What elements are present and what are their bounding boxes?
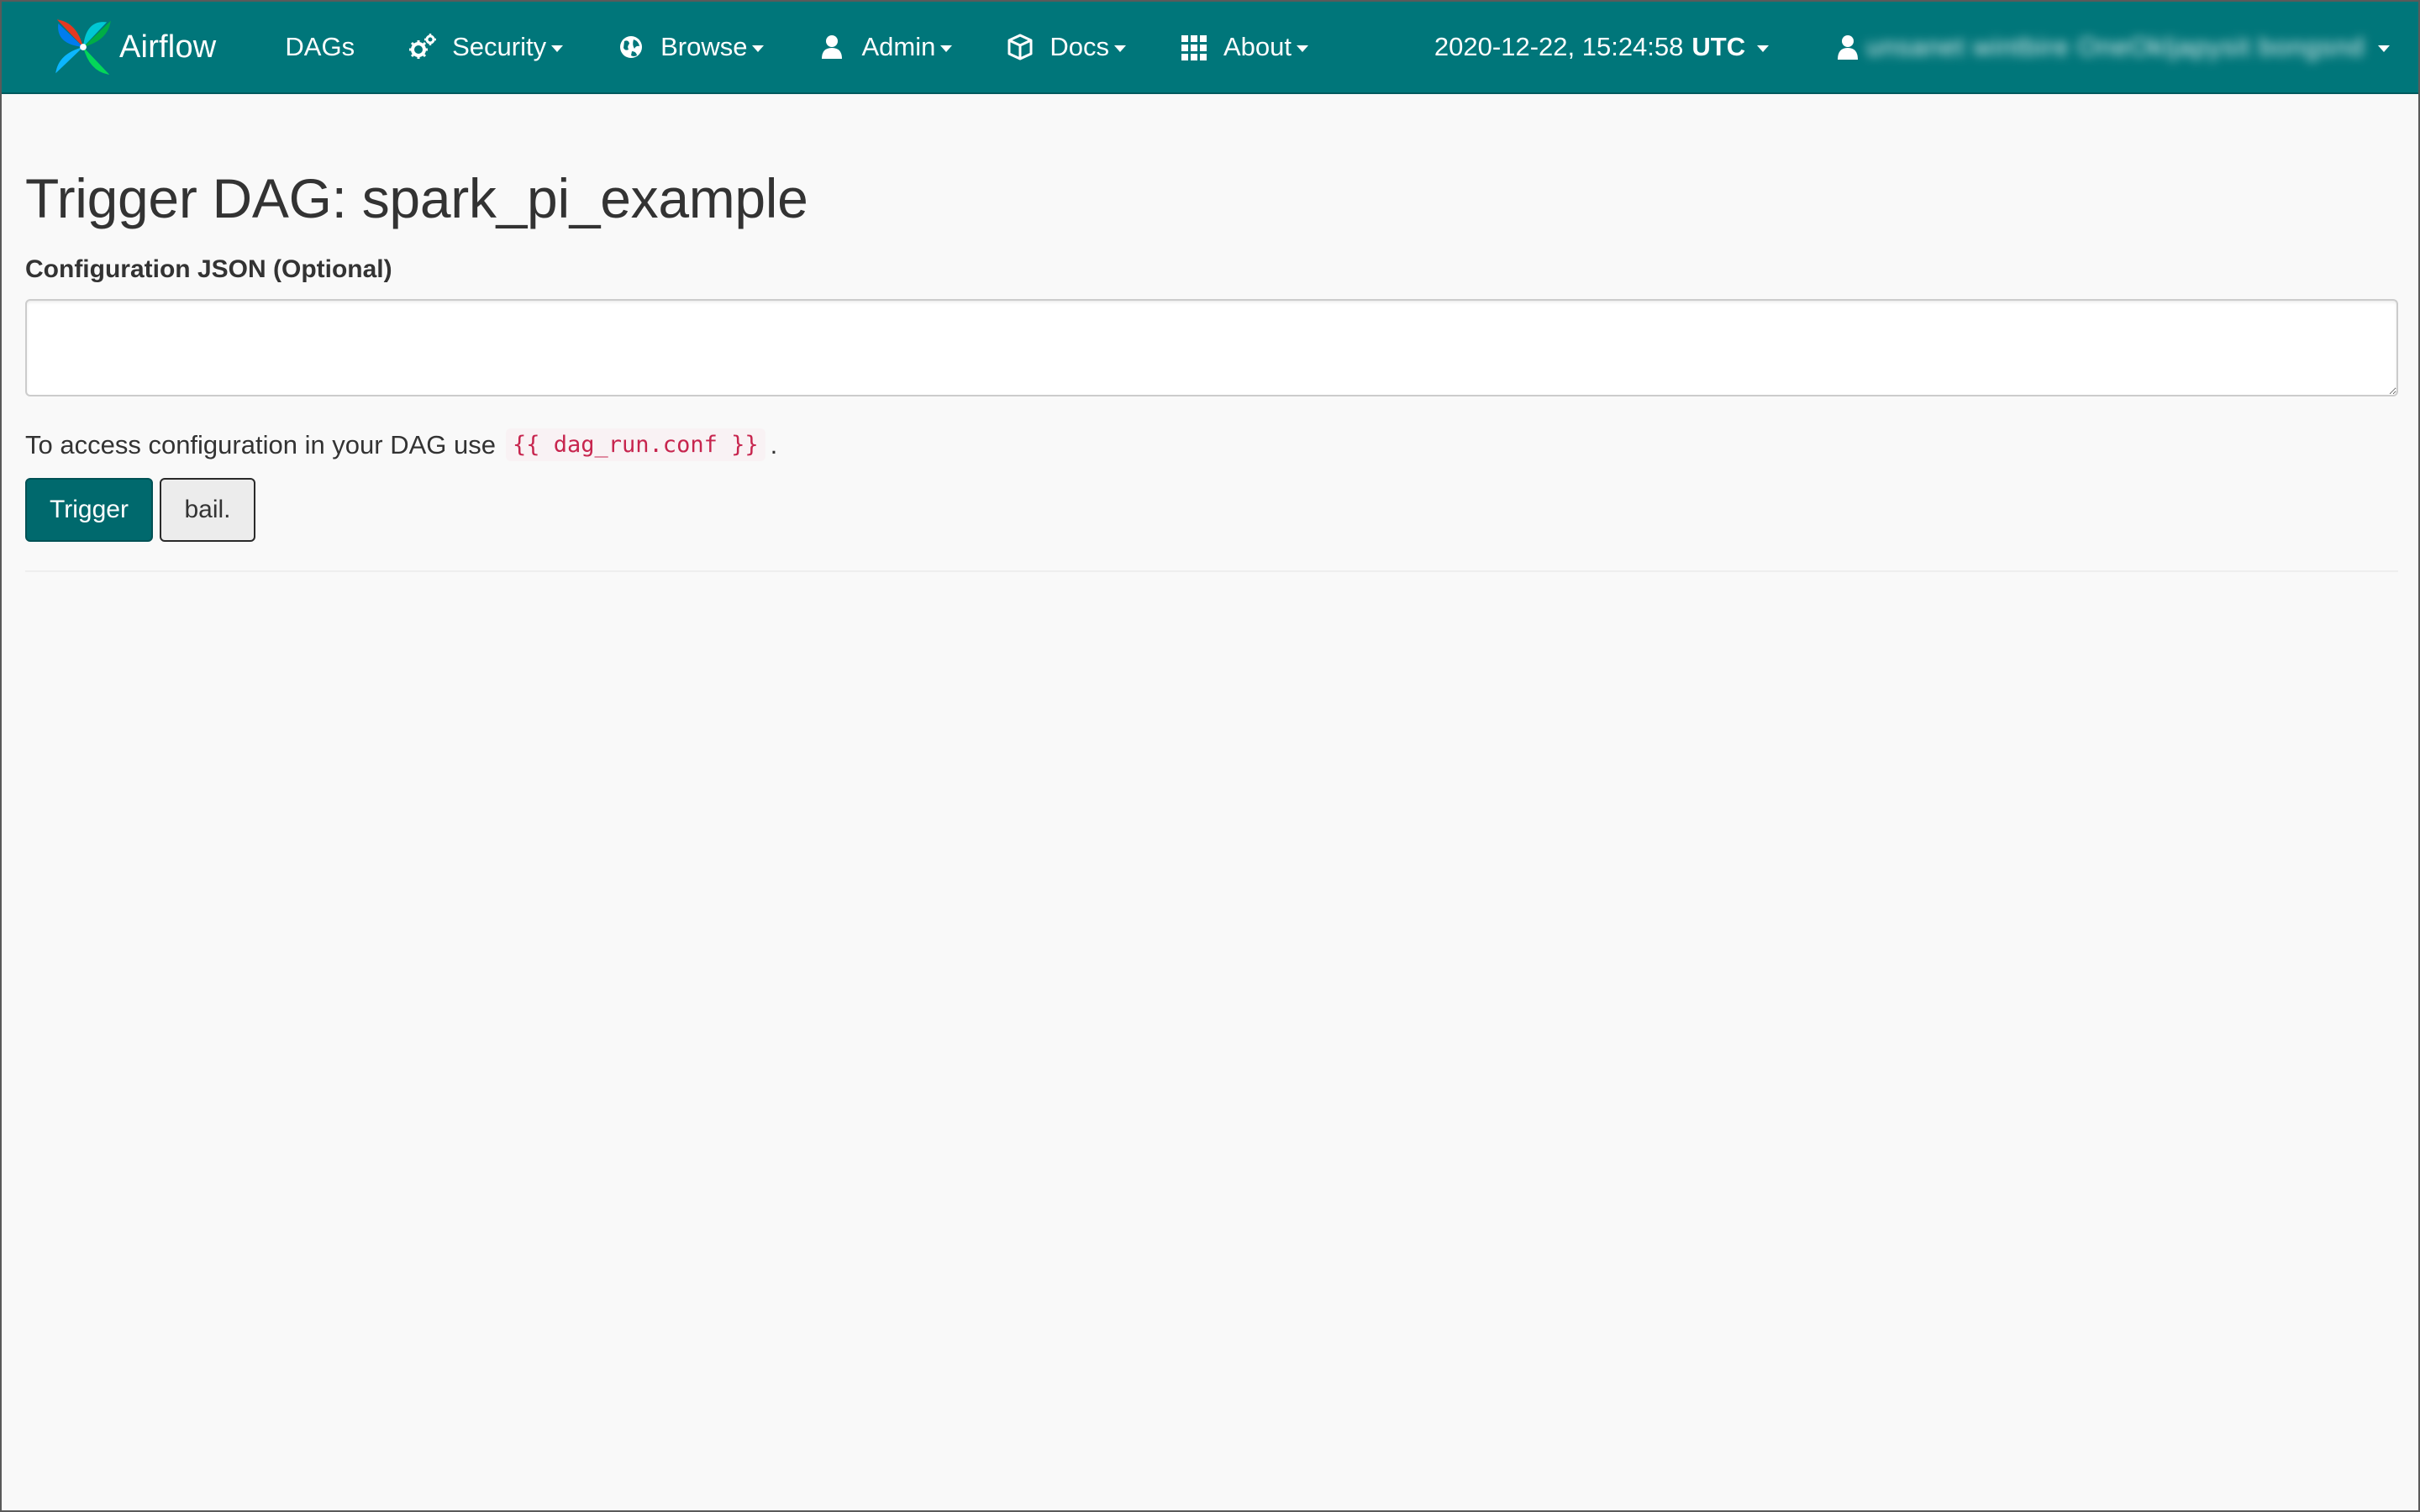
app-window: Airflow DAGs Security Browse Admin Docs … — [0, 0, 2420, 1512]
nav-item-label: Admin — [861, 32, 936, 61]
nav-item-admin[interactable]: Admin — [791, 2, 979, 92]
nav-item-label: Security — [452, 32, 547, 61]
help-text-suffix: . — [770, 429, 778, 459]
caret-down-icon — [1297, 45, 1308, 52]
top-navbar: Airflow DAGs Security Browse Admin Docs … — [2, 2, 2418, 94]
brand-name: Airflow — [119, 29, 217, 65]
main-content: Trigger DAG: spark_pi_example Configurat… — [25, 94, 2398, 572]
bail-button[interactable]: bail. — [160, 478, 255, 542]
button-row: Trigger bail. — [25, 478, 2398, 542]
conf-label: Configuration JSON (Optional) — [25, 255, 392, 283]
nav-item-dags[interactable]: DAGs — [258, 2, 381, 92]
caret-down-icon — [551, 45, 564, 52]
clock-datetime: 2020-12-22, 15:24:58 — [1434, 32, 1684, 61]
help-text-prefix: To access configuration in your DAG use — [25, 429, 496, 459]
nav-item-docs[interactable]: Docs — [979, 2, 1153, 92]
airflow-logo-icon — [55, 19, 111, 75]
user-name: unsanet wintbire OneOkljapysit bongsnd — [1866, 32, 2365, 61]
globe-icon — [620, 36, 643, 58]
brand-link[interactable]: Airflow — [50, 14, 216, 80]
nav-menu: DAGs Security Browse Admin Docs About — [258, 2, 1335, 92]
dag-run-conf-code: {{ dag_run.conf }} — [506, 428, 765, 461]
nav-right: 2020-12-22, 15:24:58 UTC unsanet wintbir… — [1367, 2, 2418, 92]
user-icon — [822, 35, 843, 59]
user-menu-dropdown[interactable]: unsanet wintbire OneOkljapysit bongsnd — [1799, 2, 2418, 92]
trigger-button[interactable]: Trigger — [25, 478, 153, 542]
page-title: Trigger DAG: spark_pi_example — [25, 167, 808, 229]
divider — [25, 570, 2398, 572]
help-text: To access configuration in your DAG use … — [25, 428, 2398, 461]
cube-icon — [1007, 34, 1033, 60]
clock-timezone: UTC — [1691, 32, 1746, 61]
caret-down-icon — [752, 45, 765, 52]
gears-icon — [409, 34, 437, 59]
timezone-clock-dropdown[interactable]: 2020-12-22, 15:24:58 UTC — [1367, 2, 1799, 92]
caret-down-icon — [1757, 45, 1770, 52]
user-icon — [1838, 35, 1859, 60]
nav-item-security[interactable]: Security — [381, 2, 590, 92]
configuration-json-textarea[interactable] — [25, 299, 2398, 396]
nav-item-about[interactable]: About — [1153, 2, 1335, 92]
nav-item-label: DAGs — [285, 32, 355, 61]
nav-item-label: Docs — [1050, 32, 1109, 61]
nav-item-label: About — [1223, 32, 1292, 61]
caret-down-icon — [940, 45, 953, 52]
nav-item-label: Browse — [660, 32, 748, 61]
grid-icon — [1181, 35, 1207, 60]
nav-item-browse[interactable]: Browse — [590, 2, 791, 92]
caret-down-icon — [1113, 45, 1126, 52]
caret-down-icon — [2378, 45, 2390, 52]
